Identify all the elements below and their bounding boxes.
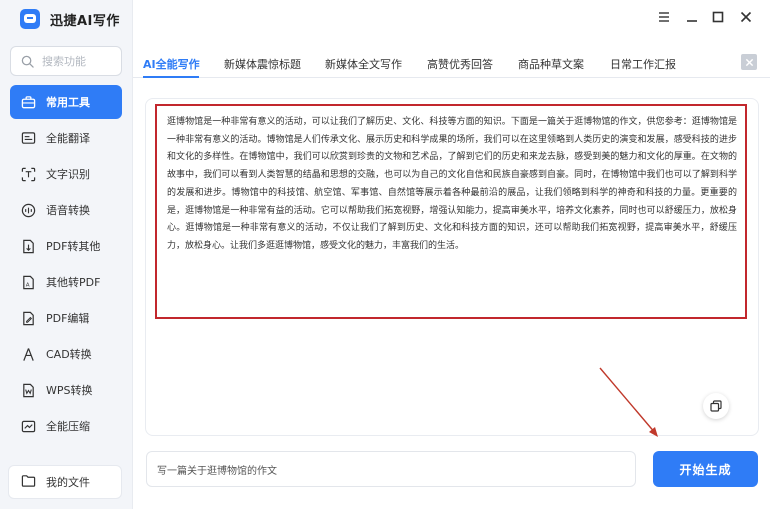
menu-button[interactable] <box>657 10 671 24</box>
sidebar-item-other-to-pdf[interactable]: A 其他转PDF <box>10 265 122 299</box>
generate-button[interactable]: 开始生成 <box>653 451 758 487</box>
tab-full-article[interactable]: 新媒体全文写作 <box>325 56 402 72</box>
sidebar-item-compress[interactable]: 全能压缩 <box>10 409 122 443</box>
sidebar-item-label: 文字识别 <box>46 168 90 181</box>
sidebar-item-cad[interactable]: CAD转换 <box>10 337 122 371</box>
maximize-icon <box>712 11 724 23</box>
tab-bar: AI全能写作 新媒体震惊标题 新媒体全文写作 高赞优秀回答 商品种草文案 日常工… <box>133 50 770 78</box>
copy-button[interactable] <box>703 393 729 419</box>
tab-top-answers[interactable]: 高赞优秀回答 <box>427 56 493 72</box>
app-title: 迅捷AI写作 <box>50 13 120 29</box>
folder-icon <box>21 473 36 491</box>
tab-product-copy[interactable]: 商品种草文案 <box>518 56 584 72</box>
close-icon <box>745 58 753 66</box>
sidebar-item-label: 全能压缩 <box>46 420 90 433</box>
sidebar-item-label: WPS转换 <box>46 384 93 397</box>
minimize-button[interactable] <box>685 10 699 24</box>
sidebar-item-label: 语音转换 <box>46 204 90 217</box>
sidebar-item-label: CAD转换 <box>46 348 92 361</box>
svg-text:A: A <box>25 282 29 288</box>
sidebar-item-label: 其他转PDF <box>46 276 101 289</box>
copy-icon <box>710 400 722 412</box>
close-tab-button[interactable] <box>741 54 757 70</box>
prompt-input[interactable]: 写一篇关于逛博物馆的作文 <box>146 451 636 487</box>
sidebar-item-pdf-to-other[interactable]: PDF转其他 <box>10 229 122 263</box>
pdf-edit-icon <box>20 310 36 326</box>
search-icon <box>21 55 34 68</box>
my-files-label: 我的文件 <box>46 476 90 489</box>
close-icon <box>740 11 752 23</box>
compress-icon <box>20 418 36 434</box>
active-tab-indicator <box>143 76 199 78</box>
sidebar-item-voice[interactable]: 语音转换 <box>10 193 122 227</box>
app-logo-icon <box>20 9 40 29</box>
hamburger-icon <box>659 12 669 22</box>
sidebar-item-translate[interactable]: 全能翻译 <box>10 121 122 155</box>
sidebar: 迅捷AI写作 常用工具 全能翻译 文字识别 语音转换 PDF转其他 <box>0 0 133 509</box>
app-brand: 迅捷AI写作 <box>20 9 120 29</box>
article-text: 逛博物馆是一种非常有意义的活动，可以让我们了解历史、文化、科技等方面的知识。下面… <box>167 117 737 251</box>
annotation-arrow <box>599 367 658 437</box>
wps-icon <box>20 382 36 398</box>
toolbox-icon <box>20 94 36 110</box>
pdf-convert-icon <box>20 238 36 254</box>
sidebar-item-label: PDF转其他 <box>46 240 101 253</box>
tab-shock-title[interactable]: 新媒体震惊标题 <box>224 56 301 72</box>
sidebar-item-common-tools[interactable]: 常用工具 <box>10 85 122 119</box>
my-files-button[interactable]: 我的文件 <box>8 465 122 499</box>
sidebar-item-ocr[interactable]: 文字识别 <box>10 157 122 191</box>
maximize-button[interactable] <box>711 10 725 24</box>
sidebar-item-wps[interactable]: WPS转换 <box>10 373 122 407</box>
tab-ai-writing[interactable]: AI全能写作 <box>143 56 200 72</box>
to-pdf-icon: A <box>20 274 36 290</box>
generated-article: 逛博物馆是一种非常有意义的活动，可以让我们了解历史、文化、科技等方面的知识。下面… <box>155 104 747 319</box>
sidebar-item-label: PDF编辑 <box>46 312 90 325</box>
translate-icon <box>20 130 36 146</box>
search-box[interactable] <box>10 46 122 76</box>
sidebar-item-label: 全能翻译 <box>46 132 90 145</box>
minimize-icon <box>687 20 697 22</box>
cad-icon <box>20 346 36 362</box>
tab-work-report[interactable]: 日常工作汇报 <box>610 56 676 72</box>
search-input[interactable] <box>42 54 112 68</box>
audio-wave-icon <box>20 202 36 218</box>
sidebar-item-pdf-edit[interactable]: PDF编辑 <box>10 301 122 335</box>
sidebar-item-label: 常用工具 <box>46 96 90 109</box>
scan-text-icon <box>20 166 36 182</box>
close-window-button[interactable] <box>739 10 753 24</box>
